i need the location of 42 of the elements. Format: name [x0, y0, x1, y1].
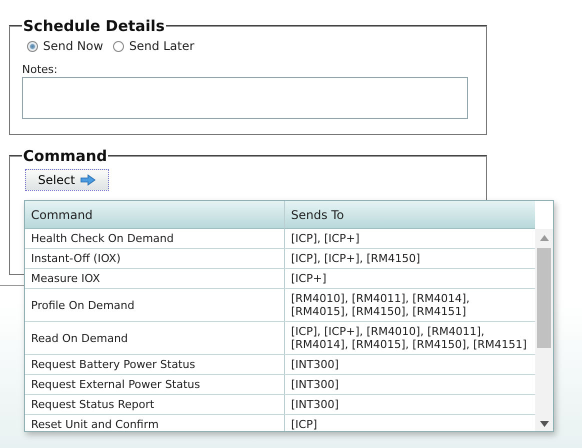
table-cell-text: [ICP], [ICP+], [RM4010], [RM4011], [RM4014], [RM4015], [RM4150], [RM4151] — [291, 325, 528, 351]
table-cell: [ICP] — [291, 418, 318, 431]
radio-icon[interactable] — [27, 40, 38, 52]
table-cell: [INT300] — [291, 398, 339, 411]
table-cell: Request Battery Power Status — [31, 358, 196, 371]
table-cell: [INT300] — [291, 378, 339, 391]
table-row[interactable]: Profile On Demand [RM4010], [RM4011], [RM4014], [RM4015], [RM4150], [RM4151] — [25, 289, 535, 322]
section-title: Schedule Details — [22, 17, 166, 35]
select-button[interactable]: Select — [25, 169, 110, 191]
column-header[interactable]: Command — [25, 201, 285, 229]
scrollbar-thumb[interactable] — [537, 248, 551, 348]
notes-field[interactable] — [22, 77, 468, 119]
arrow-icon — [80, 174, 96, 186]
table-cell: Measure IOX — [31, 272, 100, 285]
radio-option[interactable]: Send Later — [113, 39, 194, 53]
field-label: Notes: — [22, 63, 58, 76]
table-row[interactable]: Request Battery Power Status [INT300] — [25, 355, 535, 375]
table-row[interactable]: Request Status Report [INT300] — [25, 395, 535, 415]
scroll-up-icon[interactable] — [540, 235, 548, 241]
table-cell: Request External Power Status — [31, 378, 200, 391]
table-cell: [ICP+] — [291, 272, 326, 285]
radio-icon[interactable] — [113, 40, 124, 52]
column-header[interactable]: Sends To — [285, 201, 535, 229]
table-cell: Read On Demand — [31, 332, 128, 344]
table-row[interactable]: Read On Demand [ICP], [ICP+], [RM4010], [RM4011], [RM4014], [RM4015], [RM4150], [RM4151] — [25, 322, 535, 355]
scroll-down-icon[interactable] — [540, 421, 548, 427]
table-cell: Request Status Report — [31, 398, 154, 411]
table-cell: [ICP], [ICP+], [RM4150] — [291, 252, 420, 265]
table-cell: Profile On Demand — [31, 298, 134, 312]
table-row[interactable]: Health Check On Demand [ICP], [ICP+] — [25, 229, 535, 249]
section-title: Command — [22, 147, 108, 165]
radio-option[interactable]: Send Now — [27, 39, 104, 53]
table-cell: Health Check On Demand — [31, 232, 174, 245]
table-row[interactable]: Request External Power Status [INT300] — [25, 375, 535, 395]
table-row[interactable]: Measure IOX [ICP+] — [25, 269, 535, 289]
table-cell-text: [RM4010], [RM4011], [RM4014], [RM4015], [RM4150], [RM4151] — [291, 292, 471, 318]
scrollbar[interactable] — [535, 229, 553, 431]
table-cell: [ICP], [ICP+] — [291, 232, 360, 245]
table-cell: Instant-Off (IOX) — [31, 252, 121, 265]
table-row[interactable]: Instant-Off (IOX) [ICP], [ICP+], [RM4150] — [25, 249, 535, 269]
table-cell: [INT300] — [291, 358, 339, 371]
table-cell: Reset Unit and Confirm — [31, 418, 159, 431]
